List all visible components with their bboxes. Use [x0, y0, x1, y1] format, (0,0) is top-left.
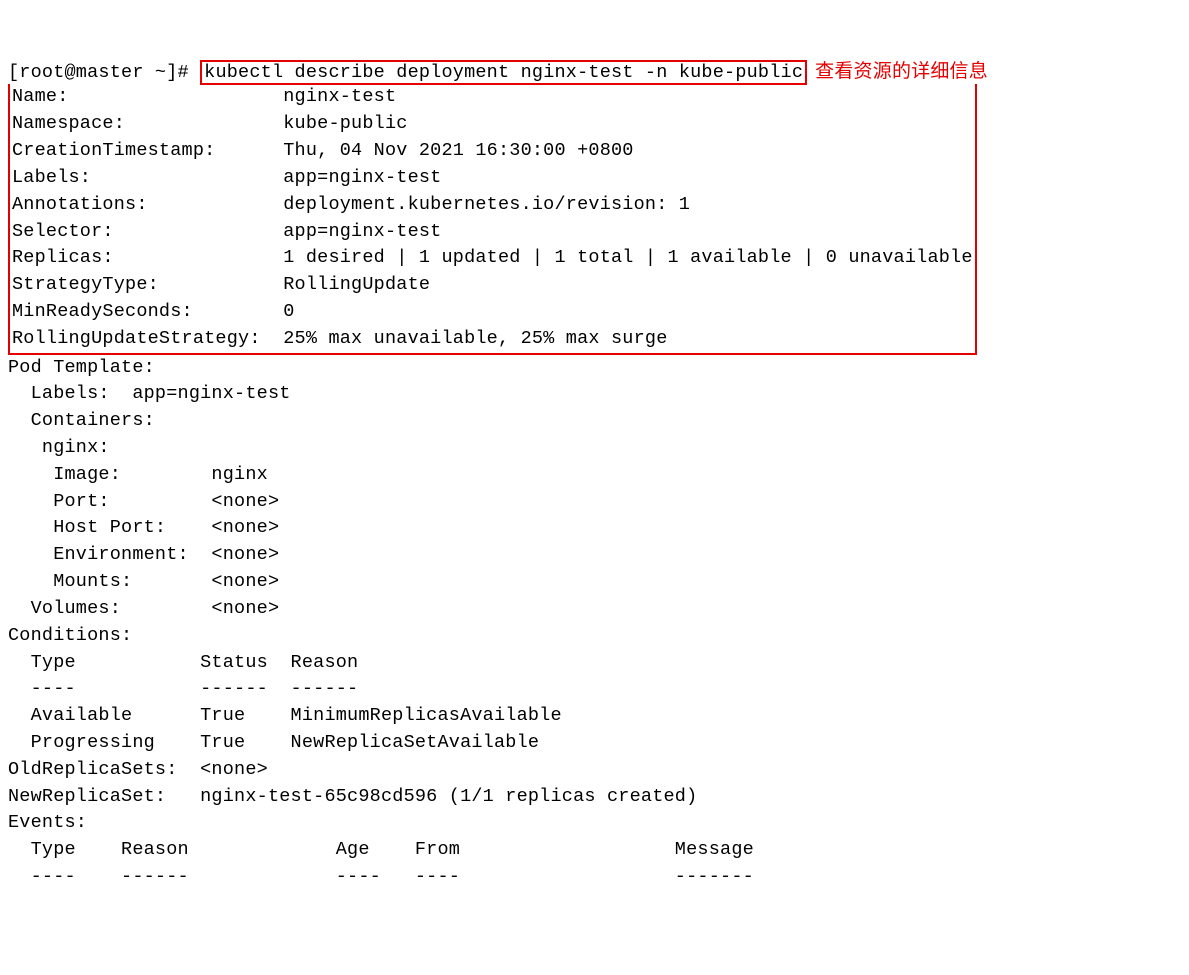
out-line-15: OldReplicaSets: <none> — [8, 759, 268, 780]
field-rollingupdatestrategy: RollingUpdateStrategy: 25% max unavailab… — [12, 328, 668, 349]
out-line-5: Port: <none> — [8, 491, 279, 512]
out-line-13: Available True MinimumReplicasAvailable — [8, 705, 562, 726]
field-labels: Labels: app=nginx-test — [12, 167, 441, 188]
field-replicas: Replicas: 1 desired | 1 updated | 1 tota… — [12, 247, 973, 268]
field-creationtimestamp: CreationTimestamp: Thu, 04 Nov 2021 16:3… — [12, 140, 634, 161]
out-line-12: ---- ------ ------ — [8, 678, 358, 699]
terminal-output: [root@master ~]# kubectl describe deploy… — [8, 58, 1181, 891]
highlighted-output-box: Name: nginx-test Namespace: kube-public … — [8, 84, 977, 354]
out-line-10: Conditions: — [8, 625, 132, 646]
annotation-label: 查看资源的详细信息 — [815, 61, 988, 82]
command-box: kubectl describe deployment nginx-test -… — [200, 60, 807, 85]
out-line-7: Environment: <none> — [8, 544, 279, 565]
out-line-14: Progressing True NewReplicaSetAvailable — [8, 732, 539, 753]
out-line-2: Containers: — [8, 410, 155, 431]
out-line-18: Type Reason Age From Message — [8, 839, 754, 860]
field-minreadyseconds: MinReadySeconds: 0 — [12, 301, 295, 322]
field-selector: Selector: app=nginx-test — [12, 221, 441, 242]
field-annotations: Annotations: deployment.kubernetes.io/re… — [12, 194, 690, 215]
field-namespace: Namespace: kube-public — [12, 113, 408, 134]
field-strategytype: StrategyType: RollingUpdate — [12, 274, 430, 295]
out-line-1: Labels: app=nginx-test — [8, 383, 291, 404]
field-name: Name: nginx-test — [12, 86, 396, 107]
out-line-19: ---- ------ ---- ---- ------- — [8, 866, 754, 887]
out-line-11: Type Status Reason — [8, 652, 358, 673]
out-line-9: Volumes: <none> — [8, 598, 279, 619]
out-line-8: Mounts: <none> — [8, 571, 279, 592]
shell-prompt: [root@master ~]# — [8, 62, 200, 83]
out-line-3: nginx: — [8, 437, 110, 458]
out-line-4: Image: nginx — [8, 464, 268, 485]
out-line-6: Host Port: <none> — [8, 517, 279, 538]
out-line-16: NewReplicaSet: nginx-test-65c98cd596 (1/… — [8, 786, 697, 807]
out-line-17: Events: — [8, 812, 87, 833]
out-line-0: Pod Template: — [8, 357, 155, 378]
